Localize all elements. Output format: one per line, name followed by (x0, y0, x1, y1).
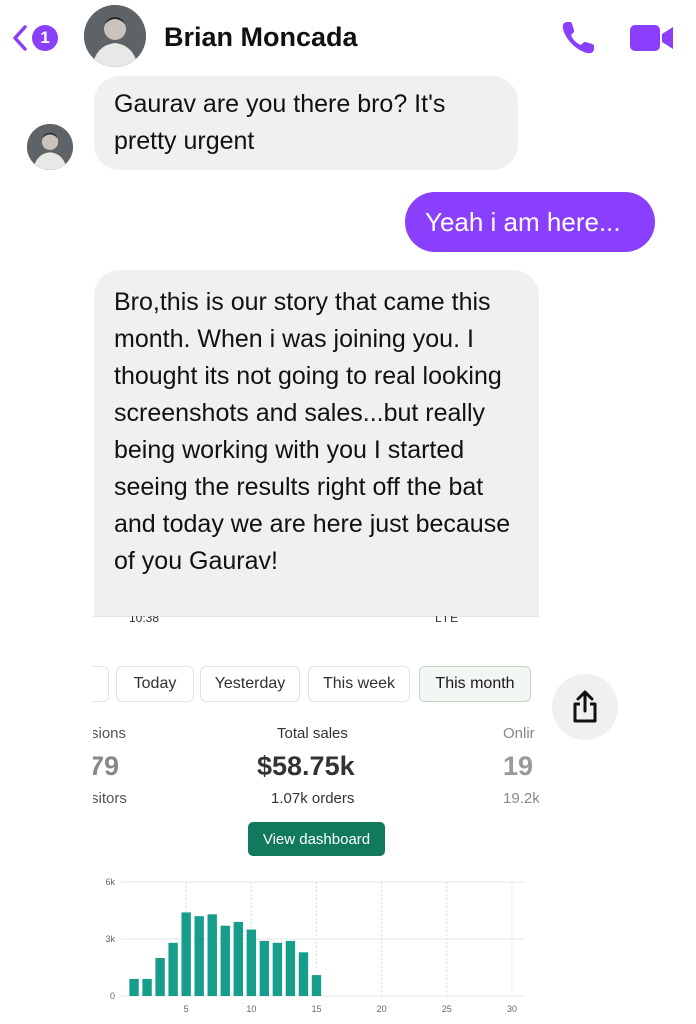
back-button[interactable]: 1 (12, 20, 72, 56)
left-metric-label: sions (93, 725, 127, 742)
y-tick-label: 3k (105, 934, 115, 944)
y-tick-label: 6k (105, 877, 115, 887)
view-dashboard-button: View dashboard (248, 822, 385, 856)
share-button[interactable] (552, 674, 618, 740)
x-tick-label: 5 (184, 1004, 189, 1014)
orders-count: 1.07k orders (271, 790, 355, 807)
x-tick-label: 30 (507, 1004, 517, 1014)
tab-yesterday: Yesterday (200, 666, 300, 702)
chart-bar (168, 942, 178, 996)
left-metric-value: 79 (93, 751, 120, 781)
screenshot-status-bar: 10:38 LTE (93, 616, 539, 633)
tab-this-month: This month (419, 666, 531, 702)
chart-bar (129, 978, 139, 996)
chart-bar (207, 914, 217, 996)
x-tick-label: 20 (377, 1004, 387, 1014)
tab-today: Today (116, 666, 194, 702)
contact-avatar[interactable] (84, 5, 146, 67)
chart-bar (142, 978, 152, 996)
sales-bar-chart: 0 3k 6k 5 10 15 20 25 30 (105, 877, 525, 1014)
status-time: 10:38 (129, 616, 160, 625)
tab-this-week: This week (308, 666, 410, 702)
chart-bar (155, 958, 165, 996)
unread-count-badge: 1 (32, 25, 58, 51)
chevron-left-icon (13, 25, 27, 51)
attached-screenshot[interactable]: 10:38 LTE Today Yesterday This week This… (93, 616, 539, 1024)
right-metric-label: Onlir (503, 725, 535, 742)
total-sales-label: Total sales (277, 725, 348, 742)
chart-bar (311, 975, 322, 996)
video-call-button[interactable] (628, 22, 676, 59)
chart-bar (285, 940, 296, 996)
chart-bar (194, 916, 204, 996)
phone-icon (562, 22, 594, 54)
x-tick-label: 25 (442, 1004, 452, 1014)
chart-bar (259, 940, 270, 996)
total-sales-value: $58.75k (257, 751, 355, 781)
right-metric-value: 19 (503, 751, 534, 781)
x-tick-label: 10 (246, 1004, 256, 1014)
sender-avatar[interactable] (27, 124, 73, 170)
contact-name[interactable]: Brian Moncada (164, 22, 358, 53)
share-icon (573, 690, 597, 723)
chat-header: 1 Brian Moncada (0, 0, 696, 78)
chart-bar (298, 952, 309, 996)
audio-call-button[interactable] (558, 18, 598, 63)
tab-partial (93, 666, 109, 702)
chart-bar (246, 929, 257, 996)
status-network: LTE (435, 616, 460, 625)
message-bubble-incoming[interactable]: Bro,this is our story that came this mon… (94, 270, 539, 630)
x-tick-label: 15 (311, 1004, 321, 1014)
chart-bar (220, 925, 230, 996)
video-camera-icon (630, 25, 673, 51)
chart-bar (181, 912, 191, 996)
left-metric-sub: sitors (93, 790, 127, 807)
y-tick-label: 0 (110, 991, 115, 1001)
message-bubble-outgoing[interactable]: Yeah i am here... (405, 192, 655, 252)
right-metric-sub: 19.2k (503, 790, 539, 807)
chart-bar (272, 942, 283, 996)
message-bubble-incoming[interactable]: Gaurav are you there bro? It's pretty ur… (94, 76, 518, 170)
chart-bar (233, 921, 243, 996)
